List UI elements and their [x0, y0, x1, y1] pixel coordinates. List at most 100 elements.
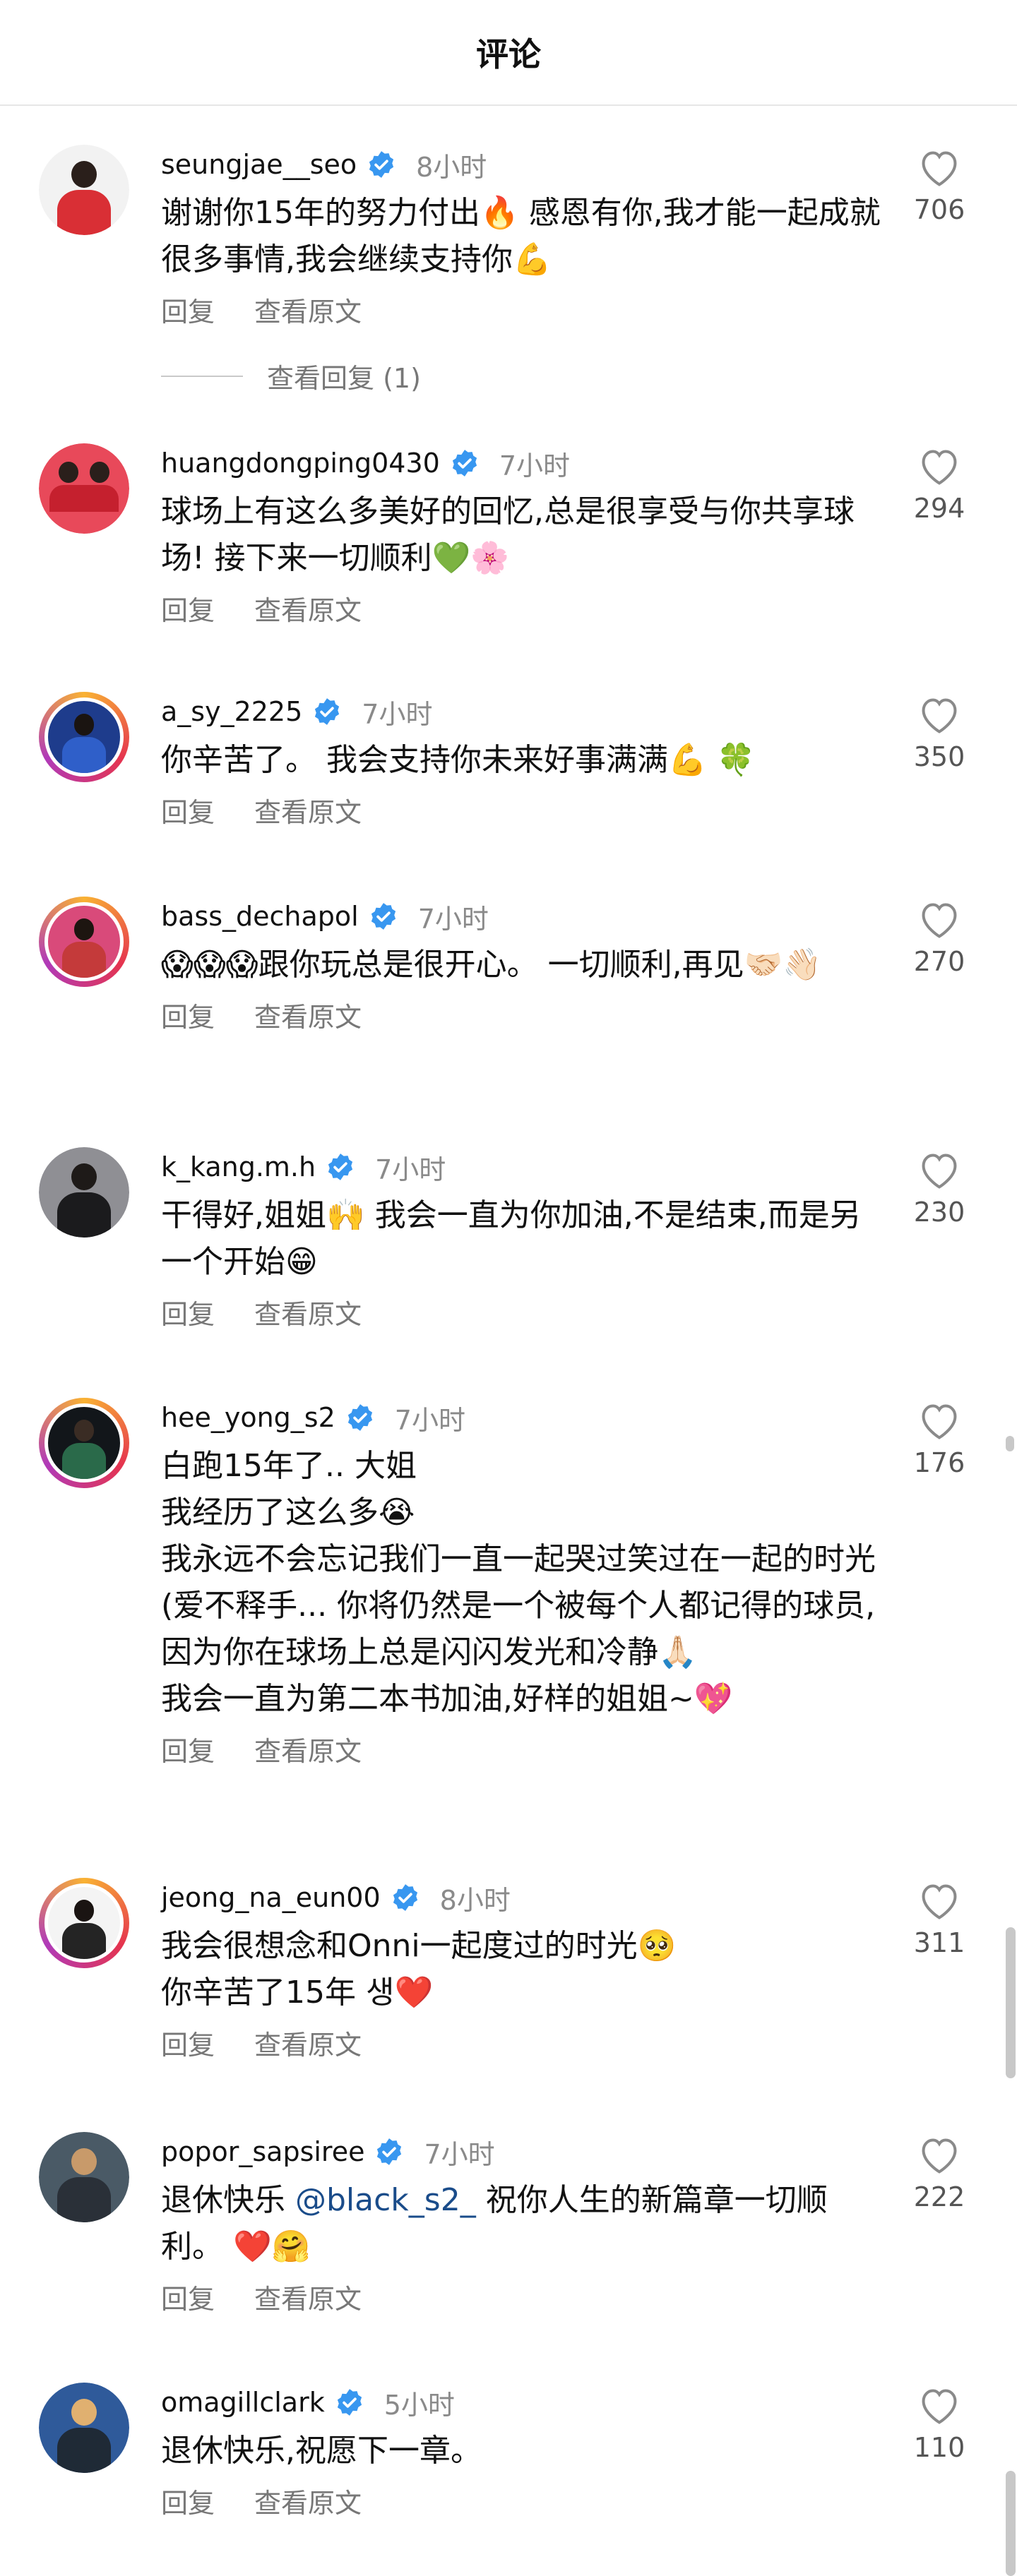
- comment-text: 退休快乐,祝愿下一章。: [161, 2433, 482, 2469]
- verified-badge-icon: [328, 1154, 353, 1180]
- heart-outline-icon: [922, 1154, 957, 1189]
- comment-time: 7小时: [499, 450, 571, 481]
- view-replies-label: 查看回复 (1): [267, 363, 421, 394]
- avatar[interactable]: [39, 1878, 129, 1968]
- view-original-button[interactable]: 查看原文: [254, 1730, 362, 1768]
- like-button[interactable]: 230: [911, 1153, 968, 1228]
- reply-button[interactable]: 回复: [161, 2277, 215, 2316]
- like-count: 222: [913, 2181, 965, 2212]
- like-button[interactable]: 176: [911, 1403, 968, 1478]
- scrollbar-thumb[interactable]: [1006, 1927, 1016, 2078]
- like-count: 311: [913, 1927, 965, 1958]
- heart-outline-icon: [922, 903, 957, 938]
- heart-outline-icon: [922, 1404, 957, 1439]
- comment-time: 7小时: [394, 1404, 465, 1436]
- like-count: 110: [913, 2432, 965, 2463]
- like-button[interactable]: 222: [911, 2138, 968, 2212]
- avatar[interactable]: [39, 692, 129, 782]
- heart-outline-icon: [922, 1884, 957, 1919]
- like-count: 230: [913, 1197, 965, 1228]
- comment-text: 干得好,姐姐🙌 我会一直为你加油,不是结束,而是另一个开始😁: [161, 1197, 861, 1280]
- view-original-button[interactable]: 查看原文: [254, 791, 362, 829]
- comment-time: 8小时: [416, 151, 487, 183]
- like-button[interactable]: 110: [911, 2388, 968, 2463]
- comment-text: 谢谢你15年的努力付出🔥 感恩有你,我才能一起成就很多事情,我会继续支持你💪: [161, 195, 881, 277]
- heart-outline-icon: [922, 2389, 957, 2424]
- like-count: 294: [913, 493, 965, 524]
- verified-badge-icon: [393, 1884, 417, 1911]
- like-button[interactable]: 350: [911, 697, 968, 772]
- like-count: 350: [913, 741, 965, 772]
- avatar[interactable]: [39, 1147, 129, 1238]
- comment-time: 7小时: [375, 1154, 446, 1185]
- replies-divider: [161, 375, 243, 377]
- like-count: 706: [913, 194, 965, 225]
- avatar[interactable]: [39, 897, 129, 987]
- view-original-button[interactable]: 查看原文: [254, 2277, 362, 2316]
- like-button[interactable]: 311: [911, 1883, 968, 1958]
- like-button[interactable]: 706: [911, 150, 968, 225]
- page-title: 评论: [476, 35, 541, 73]
- comment-text: 白跑15年了.. 大姐 我经历了这么多😭 我永远不会忘记我们一直一起哭过笑过在一…: [161, 1448, 876, 1717]
- reply-button[interactable]: 回复: [161, 2023, 215, 2062]
- heart-outline-icon: [922, 698, 957, 733]
- like-button[interactable]: 294: [911, 449, 968, 524]
- like-count: 270: [913, 946, 965, 977]
- comment-time: 5小时: [383, 2389, 455, 2421]
- reply-button[interactable]: 回复: [161, 1293, 215, 1331]
- comment-username[interactable]: a_sy_2225: [161, 696, 302, 727]
- comment-time: 7小时: [417, 903, 489, 935]
- avatar[interactable]: [39, 443, 129, 534]
- comment-username[interactable]: seungjae__seo: [161, 149, 357, 180]
- comment-username[interactable]: huangdongping0430: [161, 448, 440, 479]
- like-button[interactable]: 270: [911, 902, 968, 977]
- avatar[interactable]: [39, 2132, 129, 2222]
- view-original-button[interactable]: 查看原文: [254, 995, 362, 1034]
- verified-badge-icon: [337, 2389, 362, 2416]
- view-original-button[interactable]: 查看原文: [254, 290, 362, 329]
- mention-link[interactable]: @black_s2_: [295, 2182, 476, 2218]
- view-replies-button[interactable]: 查看回复 (1): [161, 357, 421, 395]
- heart-outline-icon: [922, 2138, 957, 2174]
- comment-text: 😱😱😱跟你玩总是很开心。 一切顺利,再见🤝🏻👋🏻: [161, 947, 822, 983]
- verified-badge-icon: [371, 903, 396, 930]
- reply-button[interactable]: 回复: [161, 1730, 215, 1768]
- page-header: 评论: [0, 0, 1017, 106]
- reply-button[interactable]: 回复: [161, 2481, 215, 2520]
- comment-username[interactable]: hee_yong_s2: [161, 1402, 335, 1433]
- comment-username[interactable]: bass_dechapol: [161, 901, 359, 932]
- verified-badge-icon: [347, 1404, 372, 1431]
- verified-badge-icon: [315, 698, 340, 725]
- comment-time: 8小时: [439, 1884, 511, 1916]
- avatar[interactable]: [39, 2383, 129, 2473]
- reply-button[interactable]: 回复: [161, 995, 215, 1034]
- reply-button[interactable]: 回复: [161, 791, 215, 829]
- comment-text: 我会很想念和Onni一起度过的时光🥺 你辛苦了15年 생❤️: [161, 1928, 677, 2011]
- verified-badge-icon: [452, 450, 477, 477]
- comment-username[interactable]: popor_sapsiree: [161, 2136, 364, 2167]
- heart-outline-icon: [922, 151, 957, 186]
- avatar[interactable]: [39, 1398, 129, 1488]
- view-original-button[interactable]: 查看原文: [254, 589, 362, 628]
- reply-button[interactable]: 回复: [161, 589, 215, 628]
- view-original-button[interactable]: 查看原文: [254, 1293, 362, 1331]
- comment-text-prefix: 退休快乐: [161, 2182, 295, 2218]
- scrollbar-thumb[interactable]: [1006, 1436, 1014, 1451]
- verified-badge-icon: [377, 2138, 402, 2165]
- verified-badge-icon: [369, 151, 394, 178]
- comment-username[interactable]: jeong_na_eun00: [161, 1882, 381, 1913]
- view-original-button[interactable]: 查看原文: [254, 2023, 362, 2062]
- reply-button[interactable]: 回复: [161, 290, 215, 329]
- scrollbar-thumb[interactable]: [1006, 2471, 1016, 2576]
- heart-outline-icon: [922, 450, 957, 485]
- comment-username[interactable]: k_kang.m.h: [161, 1151, 316, 1182]
- comment-text: 球场上有这么多美好的回忆,总是很享受与你共享球场! 接下来一切顺利💚🌸: [161, 493, 855, 576]
- comment-text: 退休快乐 @black_s2_ 祝你人生的新篇章一切顺利。 ❤️🤗: [161, 2177, 888, 2270]
- comment-time: 7小时: [362, 698, 433, 730]
- view-original-button[interactable]: 查看原文: [254, 2481, 362, 2520]
- comment-time: 7小时: [424, 2138, 495, 2170]
- comment-text: 你辛苦了。 我会支持你未来好事满满💪 🍀: [161, 742, 756, 778]
- like-count: 176: [913, 1447, 965, 1478]
- comment-username[interactable]: omagillclark: [161, 2387, 325, 2418]
- avatar[interactable]: [39, 145, 129, 235]
